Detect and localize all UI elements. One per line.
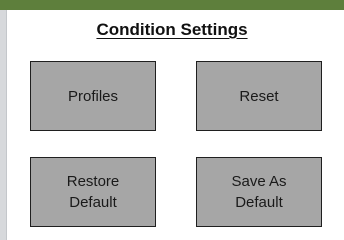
- header-bar: [0, 0, 344, 10]
- save-as-default-button[interactable]: Save As Default: [196, 157, 322, 227]
- panel-left-border: [0, 10, 7, 240]
- profiles-button[interactable]: Profiles: [30, 61, 156, 131]
- condition-settings-panel: Condition Settings Profiles Reset Restor…: [0, 0, 344, 240]
- reset-button[interactable]: Reset: [196, 61, 322, 131]
- panel-title: Condition Settings: [96, 20, 248, 39]
- restore-default-button[interactable]: Restore Default: [30, 157, 156, 227]
